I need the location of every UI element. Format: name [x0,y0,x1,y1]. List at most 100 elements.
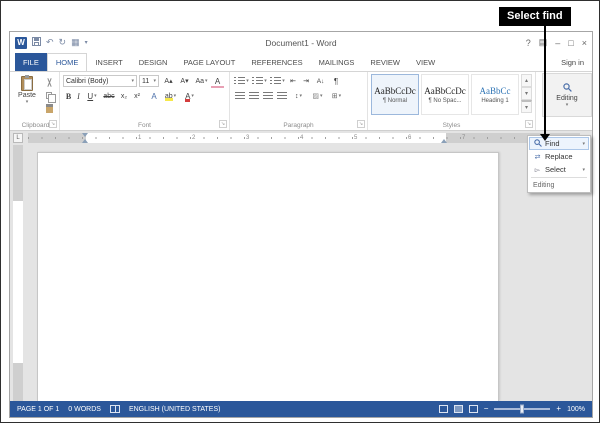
italic-button[interactable]: I [74,90,83,102]
superscript-button[interactable]: x² [131,90,143,102]
show-hide-pilcrow-button[interactable]: ¶ [330,75,342,87]
right-indent-marker[interactable] [441,139,447,143]
menu-item-find[interactable]: Find ▾ [529,137,589,150]
document-area[interactable] [10,145,592,401]
line-spacing-caret-icon[interactable]: ▾ [299,94,302,99]
qat-customize-caret-icon[interactable]: ▾ [85,40,88,46]
styles-dialog-launcher[interactable]: ↘ [525,120,533,128]
grid-icon[interactable]: ▦ [71,38,80,47]
zoom-slider-thumb[interactable] [520,405,524,414]
paste-button[interactable]: Paste ▾ [14,74,40,117]
zoom-level[interactable]: 100% [567,406,585,413]
tab-mailings[interactable]: MAILINGS [311,53,363,71]
shrink-font-button[interactable]: A▾ [177,75,192,87]
undo-icon[interactable]: ↶ [46,38,54,47]
grow-font-button[interactable]: A▴ [161,75,176,87]
bullets-button[interactable]: ▾ [233,75,250,87]
numbering-button[interactable]: ▾ [251,75,268,87]
underline-caret-icon[interactable]: ▾ [94,94,97,99]
font-dialog-launcher[interactable]: ↘ [219,120,227,128]
tab-review[interactable]: REVIEW [362,53,408,71]
font-name-caret-icon[interactable]: ▾ [131,79,134,84]
horizontal-ruler[interactable]: 1 2 3 4 5 6 7 [28,133,580,143]
menu-item-select[interactable]: ▻ Select ▾ [529,163,589,176]
tab-selector-button[interactable]: L [13,133,23,143]
styles-more-button[interactable]: ▾ [521,100,532,113]
paste-caret-icon[interactable]: ▾ [26,100,29,105]
highlight-color-button[interactable]: ab ▾ [162,90,179,102]
cut-button[interactable] [42,76,56,88]
print-layout-button[interactable] [454,405,463,413]
style-no-spacing[interactable]: AaBbCcDc ¶ No Spac... [421,74,469,115]
font-name-combo[interactable]: Calibri (Body) ▾ [63,75,137,87]
borders-caret-icon[interactable]: ▾ [339,94,342,99]
zoom-slider[interactable] [494,408,550,410]
strikethrough-button[interactable]: abc [101,90,117,102]
tab-insert[interactable]: INSERT [87,53,130,71]
redo-icon[interactable]: ↻ [59,38,67,47]
copy-button[interactable] [42,89,56,101]
decrease-indent-button[interactable]: ⇤ [287,75,299,87]
align-left-button[interactable] [233,90,246,102]
style-heading-1[interactable]: AaBbCc Heading 1 [471,74,519,115]
vertical-ruler[interactable] [13,145,23,401]
tab-file[interactable]: FILE [15,53,47,71]
underline-button[interactable]: U ▾ [84,90,100,102]
zoom-out-button[interactable]: − [484,405,489,413]
web-layout-button[interactable] [469,405,478,413]
change-case-caret-icon[interactable]: ▾ [205,79,208,84]
read-mode-button[interactable] [439,405,448,413]
justify-button[interactable] [275,90,288,102]
select-caret-icon[interactable]: ▾ [582,167,585,173]
clipboard-dialog-launcher[interactable]: ↘ [49,120,57,128]
word-count[interactable]: 0 WORDS [68,406,101,413]
borders-button[interactable]: ⊞ ▾ [328,90,345,102]
tab-home[interactable]: HOME [47,53,88,71]
align-center-button[interactable] [247,90,260,102]
bullets-caret-icon[interactable]: ▾ [246,79,249,84]
paragraph-dialog-launcher[interactable]: ↘ [357,120,365,128]
editing-group-button[interactable]: Editing ▾ [542,73,592,117]
style-normal[interactable]: AaBbCcDc ¶ Normal [371,74,419,115]
sort-button[interactable]: A↓ [313,75,328,87]
shading-button[interactable]: ▨ ▾ [309,90,326,102]
help-button[interactable]: ? [526,38,531,48]
clear-formatting-button[interactable]: A [211,75,224,87]
increase-indent-button[interactable]: ⇥ [300,75,312,87]
font-color-button[interactable]: A ▾ [181,90,198,102]
font-size-combo[interactable]: 11 ▾ [139,75,159,87]
change-case-button[interactable]: Aa ▾ [193,75,210,87]
styles-scroll-up-button[interactable]: ▴ [521,74,532,87]
numbering-caret-icon[interactable]: ▾ [264,79,267,84]
tab-view[interactable]: VIEW [408,53,443,71]
zoom-in-button[interactable]: + [556,405,561,413]
subscript-button[interactable]: x₂ [118,90,130,102]
find-caret-icon[interactable]: ▾ [582,141,585,147]
tab-design[interactable]: DESIGN [131,53,176,71]
minimize-button[interactable]: – [555,38,560,48]
font-size-caret-icon[interactable]: ▾ [153,79,156,84]
document-page[interactable] [37,152,499,401]
page-indicator[interactable]: PAGE 1 OF 1 [17,406,59,413]
align-right-button[interactable] [261,90,274,102]
multilevel-caret-icon[interactable]: ▾ [282,79,285,84]
font-color-caret-icon[interactable]: ▾ [191,94,194,99]
save-icon[interactable] [32,37,41,48]
proofing-status-icon[interactable] [110,405,120,413]
format-painter-button[interactable] [42,102,56,114]
tab-page-layout[interactable]: PAGE LAYOUT [175,53,243,71]
text-effects-button[interactable]: A [148,90,160,102]
styles-scroll-down-button[interactable]: ▾ [521,87,532,100]
sign-in-link[interactable]: Sign in [561,53,584,71]
left-indent-marker[interactable] [82,139,88,143]
restore-button[interactable]: □ [568,38,573,48]
line-spacing-button[interactable]: ↕ ▾ [290,90,307,102]
tab-references[interactable]: REFERENCES [243,53,310,71]
menu-item-replace[interactable]: ⇄ Replace [529,150,589,163]
bold-button[interactable]: B [63,90,74,102]
first-line-indent-marker[interactable] [82,133,88,137]
highlight-caret-icon[interactable]: ▾ [174,94,177,99]
language-indicator[interactable]: ENGLISH (UNITED STATES) [129,406,221,413]
close-button[interactable]: × [582,38,587,48]
multilevel-list-button[interactable]: ▾ [269,75,286,87]
